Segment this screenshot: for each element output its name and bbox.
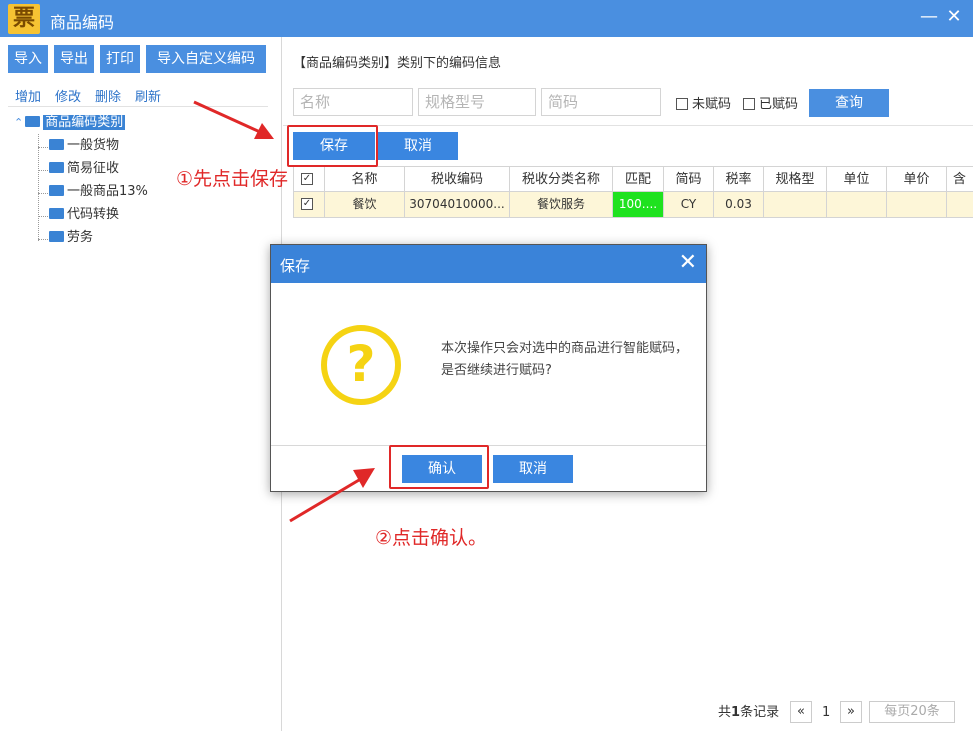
tree-item-label: 一般商品13% [67, 184, 148, 199]
tree-root[interactable]: ⌃ 商品编码类别 [14, 113, 126, 133]
tree-item-services[interactable]: 劳务 [49, 228, 93, 248]
next-page-button[interactable]: » [840, 701, 862, 723]
table-cell: 30704010000... [405, 192, 510, 218]
minimize-icon[interactable]: — [918, 6, 940, 28]
question-icon: ? [321, 325, 401, 405]
spec-input[interactable]: 规格型号 [418, 88, 536, 116]
query-button[interactable]: 查询 [809, 89, 889, 117]
column-header[interactable]: 匹配 [613, 166, 664, 192]
folder-icon [25, 116, 41, 127]
confirm-highlight [389, 445, 489, 489]
add-link[interactable]: 增加 [15, 86, 41, 105]
table-cell [764, 192, 827, 218]
delete-link[interactable]: 删除 [95, 86, 121, 105]
tree-guide-line [38, 193, 48, 194]
column-header[interactable]: 税收编码 [405, 166, 510, 192]
column-header[interactable]: 单位 [827, 166, 887, 192]
refresh-link[interactable]: 刷新 [135, 86, 161, 105]
folder-icon [49, 162, 64, 173]
page-number: 1 [822, 705, 831, 720]
save-highlight [287, 125, 378, 167]
tree-item-label: 代码转换 [67, 207, 120, 222]
window-title: 商品编码 [50, 13, 115, 32]
dialog-message: 本次操作只会对选中的商品进行智能赋码，是否继续进行赋码? [441, 341, 689, 378]
table-cell: 0.03 [714, 192, 764, 218]
title-bar: 票 商品编码 — ✕ [0, 0, 973, 37]
assigned-checkbox[interactable]: 已赋码 [743, 93, 798, 112]
column-header[interactable]: 税收分类名称 [510, 166, 613, 192]
app-logo: 票 [8, 4, 40, 34]
folder-icon [49, 231, 64, 242]
tree-guide-line [38, 134, 39, 241]
step2-annotation: ②点击确认。 [375, 527, 488, 549]
short-code-input[interactable]: 简码 [541, 88, 661, 116]
table-row[interactable]: ✓ 餐饮 30704010000... 餐饮服务 100.... CY 0.03 [293, 192, 973, 218]
table-header: ✓ 名称 税收编码 税收分类名称 匹配 简码 税率 规格型 单位 单价 含 [293, 166, 973, 192]
import-button[interactable]: 导入 [8, 45, 48, 73]
table-cell [947, 192, 973, 218]
tree-guide-line [38, 239, 48, 240]
folder-icon [49, 139, 64, 150]
assigned-label: 已赋码 [759, 97, 799, 112]
checkbox-icon: ✓ [301, 197, 313, 210]
divider [283, 125, 973, 126]
print-button[interactable]: 打印 [100, 45, 140, 73]
row-checkbox[interactable]: ✓ [293, 192, 325, 218]
unassigned-label: 未赋码 [692, 97, 732, 112]
collapse-icon[interactable]: ⌃ [14, 116, 23, 129]
select-all-checkbox[interactable]: ✓ [293, 166, 325, 192]
page-size-select[interactable]: 每页20条 [869, 701, 955, 723]
tree-item-label: 一般货物 [67, 138, 120, 153]
table-cell: 餐饮服务 [510, 192, 613, 218]
edit-link[interactable]: 修改 [55, 86, 81, 105]
tree-item-simple-levy[interactable]: 简易征收 [49, 159, 119, 179]
tree-guide-line [38, 216, 48, 217]
column-header[interactable]: 单价 [887, 166, 947, 192]
record-count: 共1条记录 [718, 705, 780, 720]
folder-icon [49, 185, 64, 196]
cancel-button[interactable]: 取消 [378, 132, 458, 160]
tree-item-label: 劳务 [67, 230, 94, 245]
table-cell: 餐饮 [325, 192, 405, 218]
tree-item-general-goods[interactable]: 一般货物 [49, 136, 119, 156]
checkbox-icon [743, 97, 755, 110]
tree-item-general-13[interactable]: 一般商品13% [49, 182, 148, 202]
column-header[interactable]: 名称 [325, 166, 405, 192]
arrow-icon [289, 468, 375, 523]
unassigned-checkbox[interactable]: 未赋码 [676, 93, 731, 112]
tree-root-label: 商品编码类别 [43, 115, 126, 130]
tree-item-label: 简易征收 [67, 161, 120, 176]
table-cell [887, 192, 947, 218]
import-custom-code-button[interactable]: 导入自定义编码 [146, 45, 266, 73]
dialog-header: 保存 ✕ [271, 245, 706, 283]
prev-page-button[interactable]: « [790, 701, 812, 723]
tree-item-code-convert[interactable]: 代码转换 [49, 205, 119, 225]
checkbox-icon [676, 97, 688, 110]
name-input[interactable]: 名称 [293, 88, 413, 116]
column-header[interactable]: 简码 [664, 166, 714, 192]
close-icon[interactable]: ✕ [943, 6, 965, 28]
tree-guide-line [38, 170, 48, 171]
column-header[interactable]: 税率 [714, 166, 764, 192]
dialog-cancel-button[interactable]: 取消 [493, 455, 573, 483]
column-header[interactable]: 规格型 [764, 166, 827, 192]
dialog-title: 保存 [280, 257, 311, 275]
section-title: 【商品编码类别】类别下的编码信息 [293, 56, 502, 71]
column-header[interactable]: 含 [947, 166, 973, 192]
tree-guide-line [38, 147, 48, 148]
checkbox-icon: ✓ [301, 172, 313, 185]
match-cell: 100.... [613, 192, 664, 218]
folder-icon [49, 208, 64, 219]
step1-annotation: ①先点击保存 [176, 168, 289, 190]
table-cell: CY [664, 192, 714, 218]
close-icon[interactable]: ✕ [679, 250, 697, 276]
table-cell [827, 192, 887, 218]
export-button[interactable]: 导出 [54, 45, 94, 73]
arrow-icon [193, 100, 274, 139]
